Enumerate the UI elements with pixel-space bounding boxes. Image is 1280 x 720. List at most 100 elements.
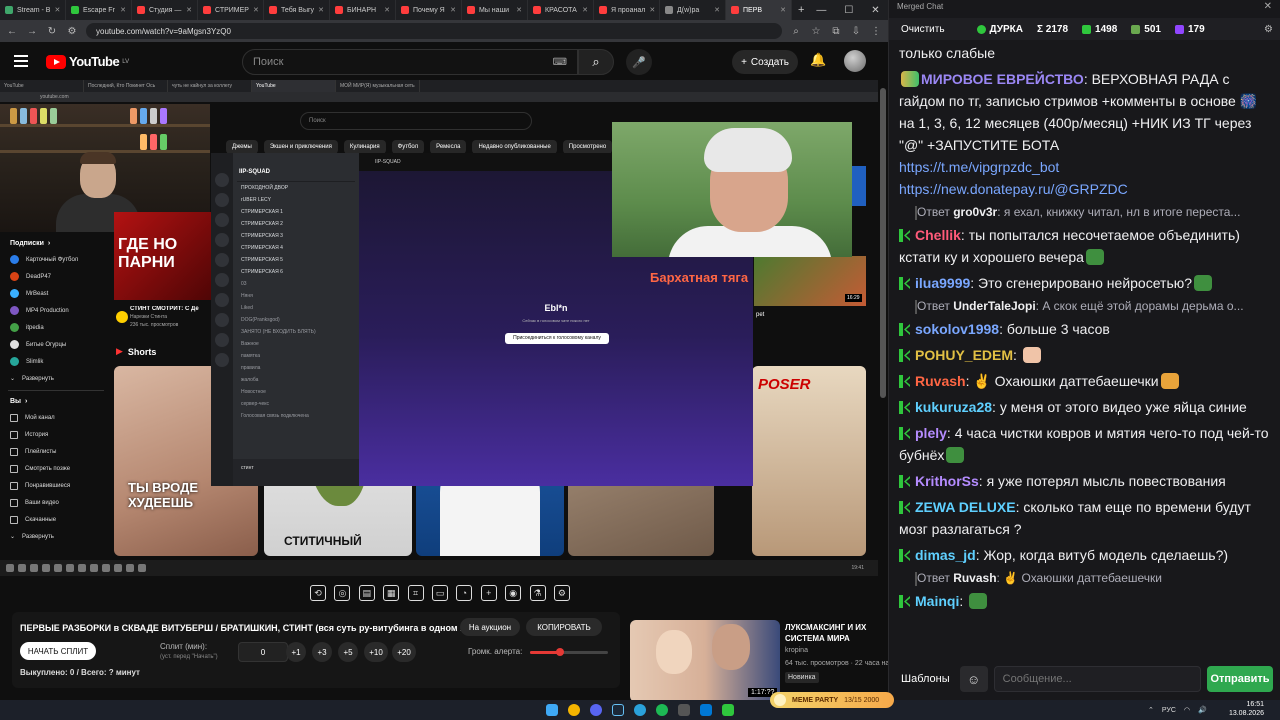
- send-button[interactable]: Отправить: [1207, 666, 1273, 692]
- alert-volume-slider[interactable]: [530, 648, 608, 656]
- split-minutes-input[interactable]: 0: [238, 642, 288, 662]
- settings-icon[interactable]: ⚙: [1264, 24, 1273, 35]
- taskbar-clock[interactable]: 16:51 13.08.2026: [1222, 700, 1264, 718]
- add-clip-icon[interactable]: +: [480, 585, 497, 601]
- tab-close-icon[interactable]: ✕: [318, 6, 324, 14]
- create-button[interactable]: + Создать: [732, 50, 798, 74]
- search-input[interactable]: Поиск ⌨: [242, 49, 578, 75]
- menu-icon[interactable]: ⋮: [870, 26, 882, 37]
- chat-username[interactable]: Ruvash: [915, 373, 966, 389]
- chat-username[interactable]: МИРОВОЕ ЕВРЕЙСТВО: [921, 71, 1084, 87]
- browser-tab[interactable]: БИНАРН ✕: [330, 0, 396, 20]
- chevron-up-icon[interactable]: ⌃: [1148, 706, 1154, 714]
- split-increment-button[interactable]: +3: [312, 642, 332, 662]
- chat-username[interactable]: POHUY_EDEM: [915, 347, 1013, 363]
- minimize-icon[interactable]: —: [816, 5, 826, 16]
- chat-username[interactable]: plely: [915, 425, 947, 441]
- chat-username[interactable]: ZEWA DELUXE: [915, 499, 1016, 515]
- reload-icon[interactable]: ↻: [46, 26, 58, 37]
- tab-close-icon[interactable]: ✕: [120, 6, 126, 14]
- close-icon[interactable]: ✕: [1264, 1, 1272, 12]
- close-icon[interactable]: ✕: [871, 5, 879, 16]
- menu-burger-icon[interactable]: [14, 55, 28, 67]
- tab-close-icon[interactable]: ✕: [186, 6, 192, 14]
- speed-icon[interactable]: ◔: [456, 585, 473, 601]
- broadcast-icon[interactable]: ◎: [334, 585, 351, 601]
- crop-icon[interactable]: ⌗: [407, 585, 424, 601]
- search-button[interactable]: ⌕: [578, 49, 614, 75]
- recommended-channel[interactable]: kropina: [785, 647, 808, 654]
- reply-preview[interactable]: Ответ gro0v3r: я ехал, книжку читал, нл …: [899, 202, 1271, 222]
- split-increment-button[interactable]: +20: [392, 642, 416, 662]
- youtube-logo[interactable]: YouTube LV: [46, 54, 129, 69]
- url-field[interactable]: youtube.com/watch?v=9aMgsn3YzQ0: [86, 23, 782, 39]
- meme-party-widget[interactable]: MEME PARTY 13/15 2000: [770, 692, 894, 708]
- browser-tab[interactable]: Escape Fr ✕: [66, 0, 132, 20]
- tab-close-icon[interactable]: ✕: [780, 6, 786, 14]
- reply-preview[interactable]: Ответ Ruvash: ✌ Охаюшки даттебаешечки: [899, 568, 1271, 588]
- pip-icon[interactable]: ▭: [431, 585, 448, 601]
- tab-close-icon[interactable]: ✕: [582, 6, 588, 14]
- templates-button[interactable]: Шаблоны: [897, 668, 954, 690]
- recommended-title[interactable]: ЛУКСМАКСИНГ И ИХ СИСТЕМА МИРА: [785, 622, 883, 644]
- chat-username[interactable]: Chellik: [915, 227, 961, 243]
- tab-close-icon[interactable]: ✕: [649, 6, 655, 14]
- browser-tab[interactable]: Тебя Выгу ✕: [264, 0, 330, 20]
- forward-icon[interactable]: →: [26, 26, 38, 37]
- chat-username[interactable]: Mainqi: [915, 593, 959, 609]
- back-icon[interactable]: ←: [6, 26, 18, 37]
- extensions-icon[interactable]: ⧉: [830, 26, 842, 37]
- start-icon[interactable]: [546, 704, 558, 716]
- split-increment-button[interactable]: +1: [286, 642, 306, 662]
- scrollbar[interactable]: [878, 80, 888, 576]
- bell-icon[interactable]: 🔔: [810, 52, 826, 68]
- site-info-icon[interactable]: ⚙: [66, 26, 78, 37]
- chat-username[interactable]: KrithorSs: [915, 473, 979, 489]
- app-icon[interactable]: [722, 704, 734, 716]
- browser-tab[interactable]: Д(w)ра ✕: [660, 0, 726, 20]
- browser-tab[interactable]: Stream - B ✕: [0, 0, 66, 20]
- tab-close-icon[interactable]: ✕: [253, 6, 259, 14]
- settings-icon[interactable]: ⚙: [553, 585, 570, 601]
- subtitles-icon[interactable]: ▤: [358, 585, 375, 601]
- browser-tab[interactable]: Почему Я ✕: [396, 0, 462, 20]
- app-icon[interactable]: [678, 704, 690, 716]
- mic-button[interactable]: 🎤: [626, 49, 652, 75]
- browser-tab[interactable]: ПЕРВ ✕: [726, 0, 792, 20]
- telegram-icon[interactable]: [634, 704, 646, 716]
- video-player[interactable]: YouTube Последний, Кто Покинет Ось чуть не…: [0, 80, 878, 576]
- new-tab-icon[interactable]: +: [792, 4, 804, 16]
- clapper-icon[interactable]: ▦: [383, 585, 400, 601]
- tab-close-icon[interactable]: ✕: [450, 6, 456, 14]
- tab-close-icon[interactable]: ✕: [384, 6, 390, 14]
- app-icon[interactable]: [700, 704, 712, 716]
- reply-preview[interactable]: Ответ UnderTaleJopi: А скок ещё этой дор…: [899, 296, 1271, 316]
- split-increment-button[interactable]: +10: [364, 642, 388, 662]
- download-icon[interactable]: ⇩: [850, 26, 862, 37]
- spotify-icon[interactable]: [656, 704, 668, 716]
- copy-button[interactable]: КОПИРОВАТЬ: [526, 618, 602, 636]
- zoom-icon[interactable]: ⌕: [790, 26, 802, 37]
- browser-tab[interactable]: Мы наши ✕: [462, 0, 528, 20]
- browser-tab[interactable]: СТРИМЕР ✕: [198, 0, 264, 20]
- slider-handle[interactable]: [555, 648, 564, 656]
- screenshot-icon[interactable]: ◉: [505, 585, 522, 601]
- chat-username[interactable]: ilua9999: [915, 275, 970, 291]
- tab-close-icon[interactable]: ✕: [516, 6, 522, 14]
- volume-icon[interactable]: 🔊: [1198, 706, 1207, 714]
- star-icon[interactable]: ☆: [810, 26, 822, 37]
- browser-tab[interactable]: Я проанал ✕: [594, 0, 660, 20]
- discord-icon[interactable]: [590, 704, 602, 716]
- keyboard-icon[interactable]: ⌨: [553, 57, 567, 68]
- avatar[interactable]: [844, 50, 866, 72]
- tab-close-icon[interactable]: ✕: [714, 6, 720, 14]
- browser-tab[interactable]: КРАСОТА ✕: [528, 0, 594, 20]
- clear-button[interactable]: Очистить: [897, 21, 949, 38]
- chat-username[interactable]: dimas_jd: [915, 547, 976, 563]
- start-split-button[interactable]: НАЧАТЬ СПЛИТ: [20, 642, 96, 660]
- emoji-icon[interactable]: ☺: [959, 666, 988, 692]
- chat-username[interactable]: kukuruza28: [915, 399, 992, 415]
- maximize-icon[interactable]: ☐: [844, 5, 853, 16]
- chat-username[interactable]: sokolov1998: [915, 321, 999, 337]
- steam-icon[interactable]: [612, 704, 624, 716]
